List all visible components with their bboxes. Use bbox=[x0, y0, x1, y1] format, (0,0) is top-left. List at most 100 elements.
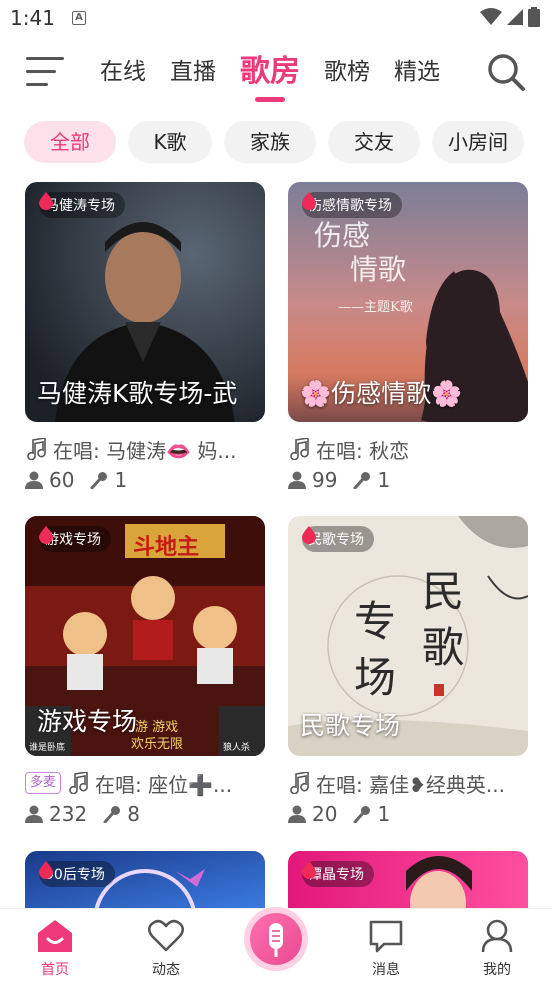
chat-icon bbox=[369, 920, 403, 953]
music-note-icon bbox=[290, 438, 309, 460]
now-singing: 在唱: 嘉佳❥经典英... bbox=[288, 768, 528, 798]
person-icon bbox=[25, 805, 43, 823]
cover-art-text: 狼人杀 bbox=[223, 743, 251, 753]
room-tag-label: 90后专场 bbox=[45, 867, 105, 883]
cover-art-text: 情歌 bbox=[350, 253, 407, 286]
search-icon[interactable] bbox=[486, 52, 526, 92]
room-title: 民歌专场 bbox=[300, 711, 401, 740]
music-note-icon bbox=[290, 772, 309, 794]
cover-art-text: 民 bbox=[422, 567, 465, 616]
cover-art-text: 场 bbox=[354, 653, 397, 702]
room-stats: 20 1 bbox=[288, 800, 528, 828]
status-bar: 1:41 A bbox=[0, 0, 552, 38]
signal-icon bbox=[507, 9, 523, 25]
now-singing-text: 在唱: 嘉佳❥经典英... bbox=[316, 772, 505, 797]
tab-charts[interactable]: 歌榜 bbox=[324, 50, 370, 94]
wifi-icon bbox=[480, 8, 502, 25]
room-card[interactable]: 90后专场 bbox=[25, 851, 265, 909]
filter-chips: 全部 K歌 家族 交友 小房间 bbox=[24, 121, 524, 163]
mic-count: 1 bbox=[377, 802, 391, 826]
person-icon bbox=[288, 471, 306, 489]
room-tag: 游戏专场 bbox=[39, 526, 111, 552]
heart-icon bbox=[147, 919, 185, 952]
room-tag-label: 民歌专场 bbox=[308, 532, 364, 548]
room-card[interactable]: 伤感情歌专场 伤感 情歌 ——主题K歌 🌸伤感情歌🌸 在唱: 秋恋 99 1 bbox=[288, 182, 528, 494]
top-tabs: 在线 直播 歌房 歌榜 精选 bbox=[100, 50, 464, 102]
now-singing-text: 在唱: 马健涛👄 妈... bbox=[53, 438, 237, 463]
nav-moments-label: 动态 bbox=[152, 962, 180, 978]
flame-icon bbox=[302, 192, 316, 210]
cover-art-text: 专 bbox=[354, 597, 397, 646]
nav-home[interactable]: 首页 bbox=[15, 919, 95, 979]
top-nav: 在线 直播 歌房 歌榜 精选 bbox=[0, 40, 552, 110]
room-tag-label: 游戏专场 bbox=[45, 532, 101, 548]
cover-art-text: 歌 bbox=[422, 623, 465, 672]
status-icons bbox=[480, 7, 540, 27]
chip-karaoke[interactable]: K歌 bbox=[128, 121, 212, 163]
room-stats: 99 1 bbox=[288, 466, 528, 494]
menu-icon[interactable] bbox=[26, 55, 66, 89]
room-stats: 232 8 bbox=[25, 800, 265, 828]
mic-small-icon bbox=[103, 806, 121, 823]
room-tag: 马健涛专场 bbox=[39, 192, 125, 218]
room-card[interactable]: 谭晶专场 bbox=[288, 851, 528, 909]
cover-art-text: 谁是卧底 bbox=[29, 743, 66, 753]
room-tag: 谭晶专场 bbox=[302, 861, 374, 887]
notification-icon: A bbox=[72, 11, 86, 25]
room-card[interactable]: 马健涛专场 马健涛K歌专场-武 在唱: 马健涛👄 妈... 60 1 bbox=[25, 182, 265, 494]
room-tag: 民歌专场 bbox=[302, 526, 374, 552]
room-tag: 90后专场 bbox=[39, 861, 115, 887]
flame-icon bbox=[302, 526, 316, 544]
tab-featured[interactable]: 精选 bbox=[394, 50, 440, 94]
tab-song-room[interactable]: 歌房 bbox=[240, 50, 300, 102]
music-note-icon bbox=[69, 772, 88, 794]
room-card[interactable]: 民 歌 专 场 民歌专场 民歌专场 在唱: 嘉佳❥经典英... 20 1 bbox=[288, 516, 528, 828]
nav-messages[interactable]: 消息 bbox=[346, 919, 426, 979]
tab-online[interactable]: 在线 bbox=[100, 50, 146, 94]
chip-all[interactable]: 全部 bbox=[24, 121, 116, 163]
now-singing: 在唱: 秋恋 bbox=[288, 434, 528, 464]
room-cover[interactable]: 伤感情歌专场 伤感 情歌 ——主题K歌 🌸伤感情歌🌸 bbox=[288, 182, 528, 422]
now-singing-text: 在唱: 座位➕... bbox=[95, 772, 233, 797]
room-cover[interactable]: 马健涛专场 马健涛K歌专场-武 bbox=[25, 182, 265, 422]
flame-icon bbox=[39, 192, 53, 210]
listener-count: 60 bbox=[49, 468, 75, 492]
flame-icon bbox=[39, 861, 53, 879]
cover-art-text: 斗地主 bbox=[133, 535, 200, 560]
chip-small-room[interactable]: 小房间 bbox=[432, 121, 524, 163]
nav-home-label: 首页 bbox=[41, 962, 69, 978]
mic-small-icon bbox=[353, 806, 371, 823]
nav-messages-label: 消息 bbox=[372, 962, 400, 978]
chip-family[interactable]: 家族 bbox=[224, 121, 316, 163]
person-icon bbox=[25, 471, 43, 489]
chip-social[interactable]: 交友 bbox=[328, 121, 420, 163]
now-singing: 多麦 在唱: 座位➕... bbox=[25, 768, 265, 798]
multi-mic-badge: 多麦 bbox=[25, 772, 62, 794]
nav-me-label: 我的 bbox=[483, 962, 511, 978]
tab-live[interactable]: 直播 bbox=[170, 50, 216, 94]
room-cover[interactable]: 90后专场 bbox=[25, 851, 265, 909]
person-icon bbox=[288, 805, 306, 823]
room-title: 游戏专场 bbox=[37, 707, 138, 736]
room-cover[interactable]: 斗地主 谁是卧底 游 游戏 欢乐无限 狼人杀 游戏专场 游戏专场 bbox=[25, 516, 265, 756]
cover-art-text: ——主题K歌 bbox=[338, 300, 413, 315]
mic-button[interactable] bbox=[244, 907, 308, 971]
listener-count: 20 bbox=[312, 802, 338, 826]
bottom-nav: 首页 动态 消息 我的 bbox=[0, 907, 552, 983]
nav-moments[interactable]: 动态 bbox=[126, 919, 206, 979]
listener-count: 99 bbox=[312, 468, 338, 492]
nav-me[interactable]: 我的 bbox=[457, 919, 537, 979]
room-title: 🌸伤感情歌🌸 bbox=[300, 379, 463, 408]
now-singing: 在唱: 马健涛👄 妈... bbox=[25, 434, 265, 464]
mic-count: 1 bbox=[377, 468, 391, 492]
room-title: 马健涛K歌专场-武 bbox=[37, 379, 238, 408]
mic-small-icon bbox=[90, 472, 108, 489]
mic-count: 8 bbox=[127, 802, 140, 826]
room-cover[interactable]: 民 歌 专 场 民歌专场 民歌专场 bbox=[288, 516, 528, 756]
flame-icon bbox=[302, 861, 316, 879]
room-card[interactable]: 斗地主 谁是卧底 游 游戏 欢乐无限 狼人杀 游戏专场 游戏专场 多麦 在唱: … bbox=[25, 516, 265, 828]
flame-icon bbox=[39, 526, 53, 544]
room-cover[interactable]: 谭晶专场 bbox=[288, 851, 528, 909]
mic-count: 1 bbox=[114, 468, 128, 492]
now-singing-text: 在唱: 秋恋 bbox=[316, 438, 410, 463]
